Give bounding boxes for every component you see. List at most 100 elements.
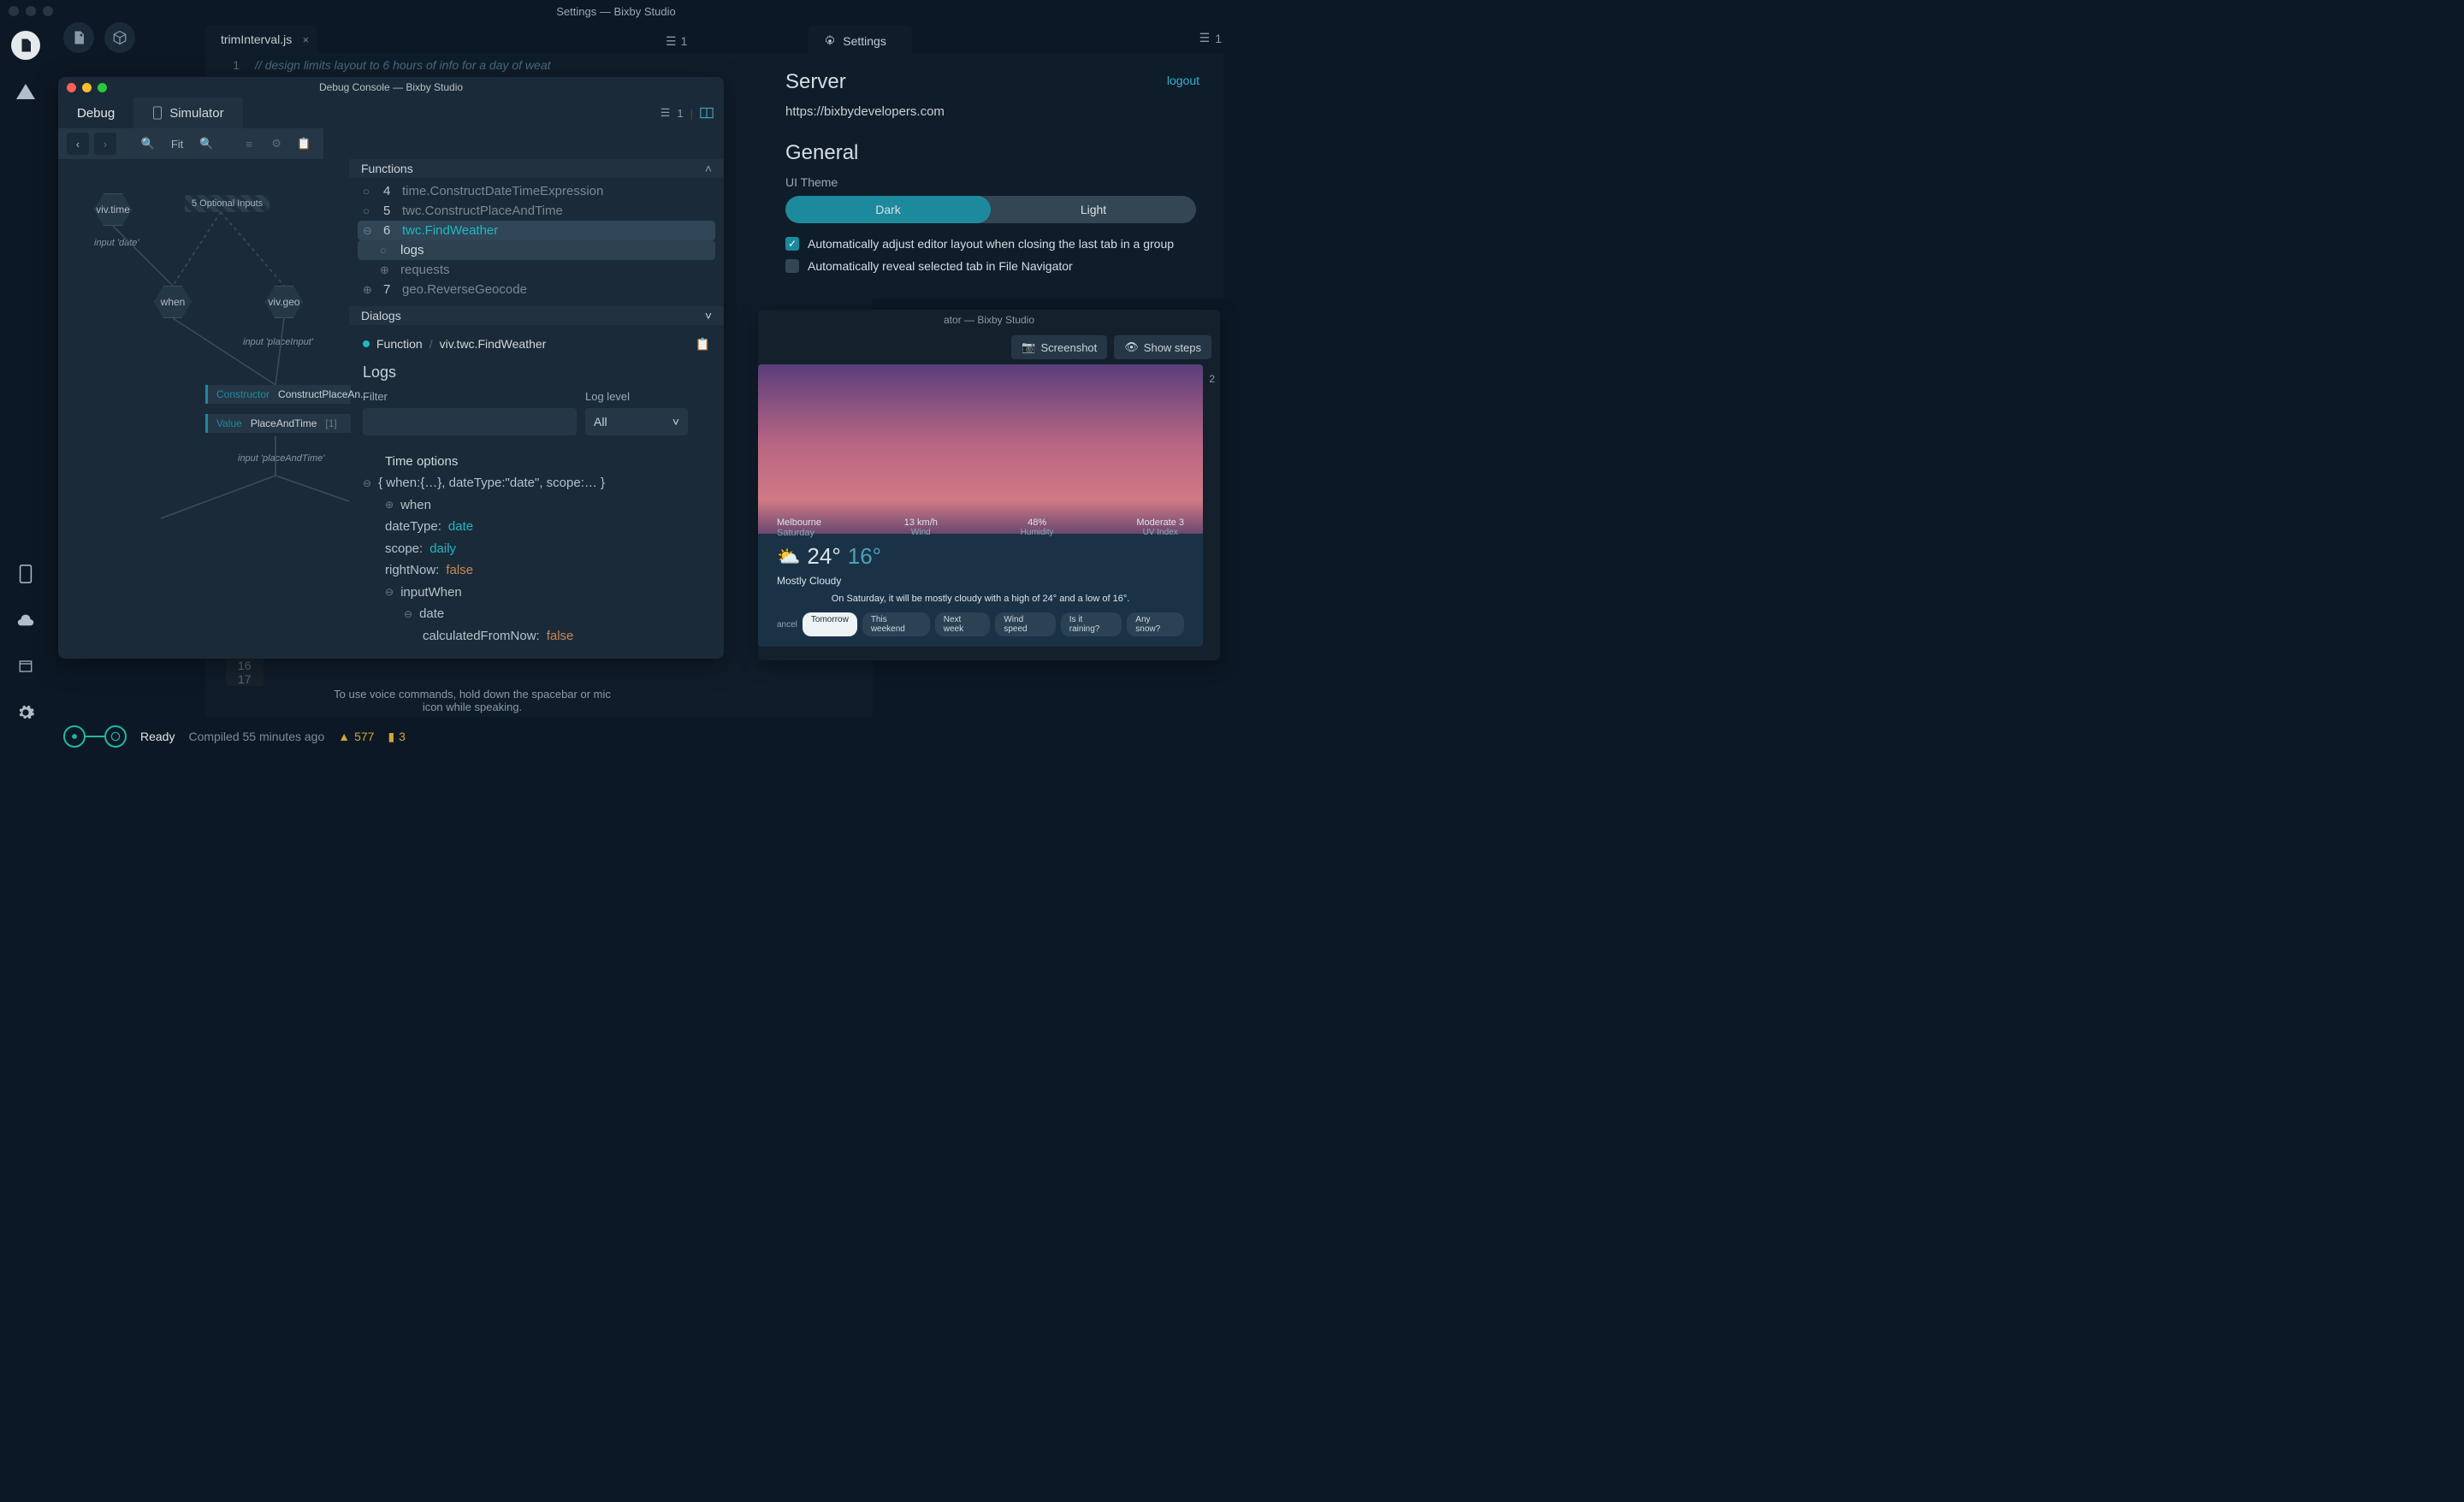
theme-light[interactable]: Light xyxy=(991,196,1196,223)
suggestion-chips: ancel Tomorrow This weekend Next week Wi… xyxy=(777,612,1184,636)
chip[interactable]: This weekend xyxy=(862,612,930,636)
function-item[interactable]: ○4time.ConstructDateTimeExpression xyxy=(358,181,715,201)
sim-title: ator — Bixby Studio xyxy=(758,310,1220,330)
status-ready: Ready xyxy=(140,730,175,743)
tab-file-label: trimInterval.js xyxy=(221,33,292,46)
plan-graph[interactable]: viv.time 5 Optional Inputs input 'date' … xyxy=(58,159,349,659)
debug-counter: ☰ 1 | xyxy=(660,98,724,128)
prev-button[interactable]: ‹ xyxy=(67,133,89,155)
temp-lo: 16° xyxy=(848,543,881,570)
traffic-max[interactable] xyxy=(98,83,107,92)
function-item[interactable]: ○5twc.ConstructPlaceAndTime xyxy=(358,201,715,221)
voice-hint: To use voice commands, hold down the spa… xyxy=(332,688,613,713)
status-warnings[interactable]: ▲577 xyxy=(338,730,374,743)
status-notes[interactable]: ▮3 xyxy=(388,730,406,744)
filter-label: Filter xyxy=(363,390,577,403)
dialogs-header[interactable]: Dialogs ˅ xyxy=(349,306,724,324)
traffic-close[interactable] xyxy=(9,6,19,16)
rail-settings[interactable] xyxy=(11,698,40,727)
warning-icon xyxy=(16,84,35,99)
package-button[interactable] xyxy=(104,22,135,53)
status-node-icon xyxy=(63,725,86,748)
rail-warnings[interactable] xyxy=(11,77,40,106)
value-node[interactable]: Value PlaceAndTime [1] xyxy=(205,414,351,433)
graph-edges xyxy=(58,159,349,655)
fit-button[interactable]: Fit xyxy=(164,133,190,155)
logs-heading: Logs xyxy=(363,364,710,381)
topbar xyxy=(63,22,135,53)
sliders-button[interactable]: ⚙ xyxy=(265,133,287,155)
list-icon: ☰ xyxy=(666,34,677,49)
chip[interactable]: Next week xyxy=(935,612,991,636)
layers-button[interactable]: ≡ xyxy=(238,133,260,155)
traffic-min[interactable] xyxy=(26,6,36,16)
breadcrumb: Function / viv.twc.FindWeather 📋 xyxy=(363,337,710,352)
function-item[interactable]: ⊕7geo.ReverseGeocode xyxy=(358,280,715,299)
function-requests[interactable]: ⊕requests xyxy=(358,260,715,280)
clipboard-button[interactable]: 📋 xyxy=(293,133,315,155)
temp-hi: 24° xyxy=(807,543,840,570)
optional-inputs-badge[interactable]: 5 Optional Inputs xyxy=(185,195,270,212)
split-icon[interactable] xyxy=(700,107,714,119)
code-gutter-bottom: 16 17 xyxy=(226,659,264,686)
status-bar: Ready Compiled 55 minutes ago ▲577 ▮3 xyxy=(51,722,1232,751)
checkbox-icon xyxy=(785,259,799,273)
copy-icon[interactable]: 📋 xyxy=(696,337,710,352)
general-heading: General xyxy=(785,141,1199,165)
status-dot-icon xyxy=(363,340,370,347)
logout-link[interactable]: logout xyxy=(1167,74,1199,87)
theme-dark[interactable]: Dark xyxy=(785,196,991,223)
zoom-in-button[interactable]: 🔍 xyxy=(137,133,159,155)
collapse-icon[interactable]: ⊖ xyxy=(363,475,371,492)
weather-icon: ⛅ xyxy=(777,546,800,568)
close-icon[interactable]: × xyxy=(303,33,310,46)
rail-device[interactable] xyxy=(11,559,40,588)
rail-documents[interactable] xyxy=(11,31,40,60)
edge-label: input 'placeInput' xyxy=(243,337,313,347)
list-icon: ☰ xyxy=(1199,31,1211,45)
zoom-out-button[interactable]: 🔍 xyxy=(195,133,217,155)
tab-simulator[interactable]: Simulator xyxy=(133,98,242,128)
tab-settings-label: Settings xyxy=(843,34,886,48)
tab-debug[interactable]: Debug xyxy=(58,98,133,128)
weather-preview[interactable]: Melbourne Saturday 13 km/h Wind 48% Humi… xyxy=(758,364,1203,647)
filter-input[interactable] xyxy=(363,408,577,435)
chip-tomorrow[interactable]: Tomorrow xyxy=(803,612,857,636)
chip[interactable]: Is it raining? xyxy=(1061,612,1122,636)
tab2-counter: ☰1 xyxy=(1199,31,1222,45)
function-item[interactable]: ⊖6twc.FindWeather xyxy=(358,221,715,240)
chip[interactable]: Wind speed xyxy=(995,612,1055,636)
steps-count: 2 xyxy=(1209,373,1215,385)
function-logs[interactable]: ○logs xyxy=(358,240,715,260)
theme-segmented[interactable]: Dark Light xyxy=(785,196,1196,223)
next-button[interactable]: › xyxy=(94,133,116,155)
eye-icon: 👁 xyxy=(1124,340,1139,354)
traffic-min[interactable] xyxy=(82,83,92,92)
chevron-down-icon: ˅ xyxy=(672,415,679,429)
checkbox-auto-layout[interactable]: ✓ Automatically adjust editor layout whe… xyxy=(785,237,1199,251)
rail-archive[interactable] xyxy=(11,652,40,681)
functions-header[interactable]: Functions ˄ xyxy=(349,159,724,178)
log-tree[interactable]: Time options ⊖{ when:{…}, dateType:"date… xyxy=(363,451,710,648)
chip[interactable]: Any snow? xyxy=(1127,612,1184,636)
rail-cloud[interactable] xyxy=(11,606,40,635)
screenshot-button[interactable]: 📷 Screenshot xyxy=(1011,335,1107,359)
tab-file[interactable]: trimInterval.js × xyxy=(205,26,317,56)
list-icon: ☰ xyxy=(660,106,671,120)
constructor-node[interactable]: Constructor ConstructPlaceAn... xyxy=(205,385,351,404)
warning-icon: ▲ xyxy=(338,730,350,743)
collapse-icon[interactable]: ⊖ xyxy=(404,606,412,623)
new-file-button[interactable] xyxy=(63,22,94,53)
app-title: Settings — Bixby Studio xyxy=(556,5,675,18)
expand-icon[interactable]: ⊕ xyxy=(385,496,394,513)
loglevel-select[interactable]: All ˅ xyxy=(585,408,688,435)
tab1-counter: ☰1 xyxy=(666,34,687,49)
show-steps-button[interactable]: 👁 Show steps xyxy=(1114,335,1211,359)
checkbox-auto-reveal[interactable]: Automatically reveal selected tab in Fil… xyxy=(785,259,1199,273)
phone-icon xyxy=(152,106,163,120)
tab-settings[interactable]: Settings xyxy=(808,26,912,56)
traffic-close[interactable] xyxy=(67,83,76,92)
loglevel-label: Log level xyxy=(585,390,688,403)
collapse-icon[interactable]: ⊖ xyxy=(385,583,394,600)
traffic-max[interactable] xyxy=(43,6,53,16)
